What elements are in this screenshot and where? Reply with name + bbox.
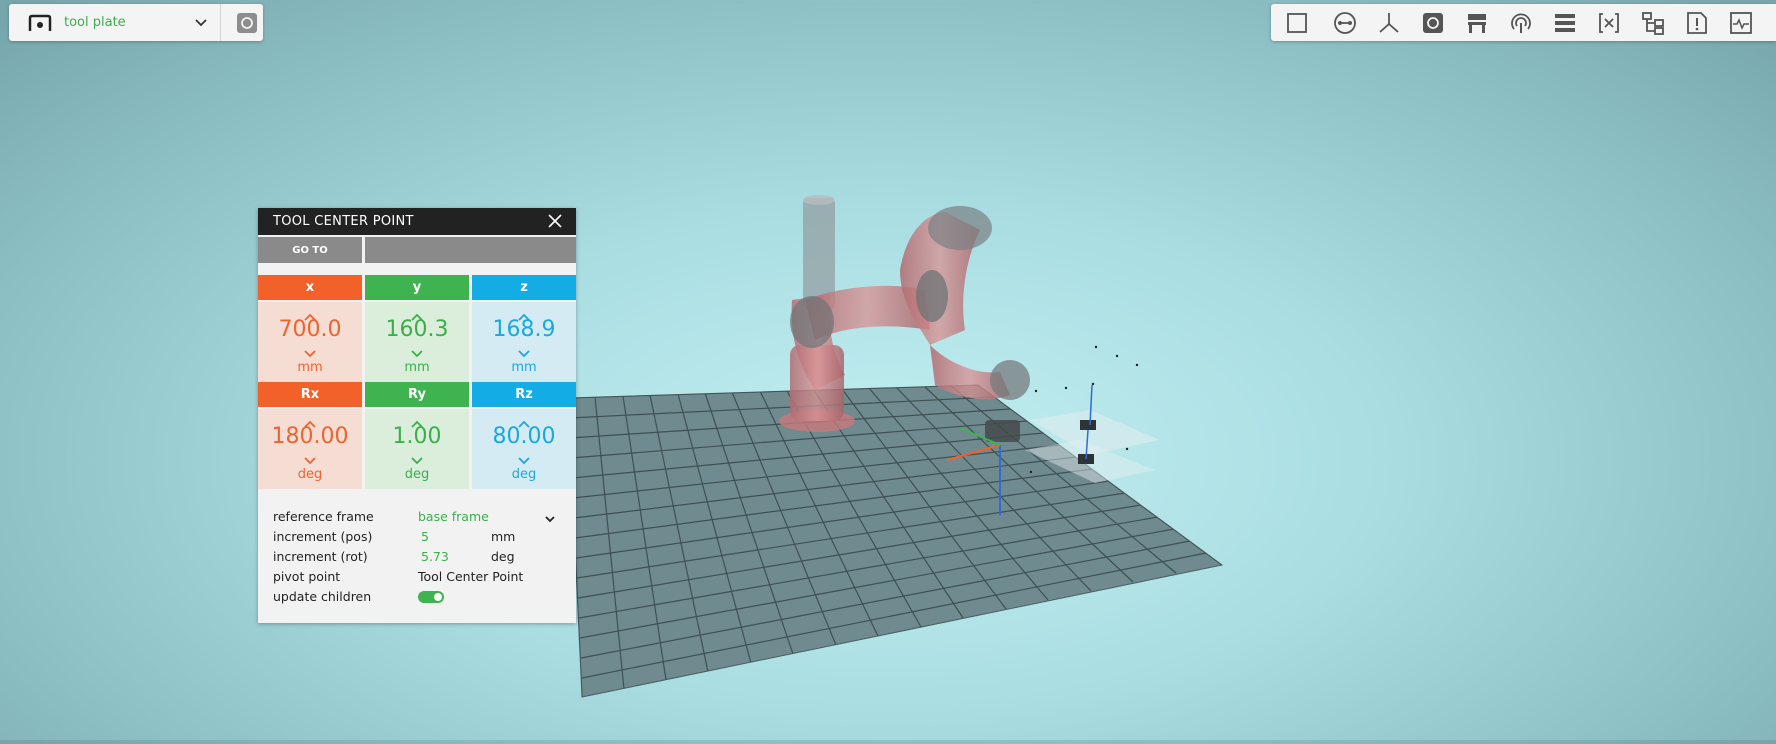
reference-frame-label: reference frame bbox=[273, 509, 374, 524]
coord-z-label: z bbox=[472, 275, 576, 300]
panel-header: TOOL CENTER POINT bbox=[258, 208, 576, 235]
pivot-point-row: pivot point Tool Center Point bbox=[273, 569, 563, 587]
update-children-label: update children bbox=[273, 589, 372, 604]
increment-pos-label: increment (pos) bbox=[273, 529, 373, 544]
camera-icon[interactable] bbox=[234, 10, 260, 36]
decrement-rz-button[interactable] bbox=[516, 451, 532, 465]
reference-frame-select[interactable]: base frame bbox=[418, 509, 489, 524]
object-icon bbox=[28, 14, 52, 32]
coord-z-value[interactable]: 168.9 bbox=[472, 317, 576, 342]
increment-rot-row: increment (rot) 5.73 deg bbox=[273, 549, 563, 567]
increment-x-button[interactable] bbox=[302, 307, 318, 321]
increment-ry-button[interactable] bbox=[409, 414, 425, 428]
reference-frame-row: reference frame base frame bbox=[273, 509, 563, 527]
list-icon[interactable] bbox=[1552, 10, 1578, 36]
coord-ry-label: Ry bbox=[365, 382, 469, 407]
decrement-rx-button[interactable] bbox=[302, 451, 318, 465]
coord-rz-label: Rz bbox=[472, 382, 576, 407]
tcp-panel: TOOL CENTER POINT GO TO x 700.0 mm y 160… bbox=[258, 208, 576, 623]
coord-rz: Rz 80.00 deg bbox=[472, 382, 576, 489]
coord-rx-value[interactable]: 180.00 bbox=[258, 424, 362, 449]
coord-rx-label: Rx bbox=[258, 382, 362, 407]
close-icon[interactable] bbox=[546, 212, 564, 230]
update-children-toggle[interactable] bbox=[418, 591, 444, 603]
update-children-row: update children bbox=[273, 589, 563, 607]
increment-rz-button[interactable] bbox=[516, 414, 532, 428]
coord-y-label: y bbox=[365, 275, 469, 300]
increment-pos-input[interactable]: 5 bbox=[421, 529, 429, 544]
alert-icon[interactable] bbox=[1684, 10, 1710, 36]
variable-icon[interactable] bbox=[1596, 10, 1622, 36]
coord-x-label: x bbox=[258, 275, 362, 300]
decrement-y-button[interactable] bbox=[409, 344, 425, 358]
decrement-z-button[interactable] bbox=[516, 344, 532, 358]
coord-rz-unit: deg bbox=[511, 467, 537, 482]
chevron-down-icon[interactable] bbox=[544, 512, 556, 523]
monitor-icon[interactable] bbox=[1728, 10, 1754, 36]
coord-z-unit: mm bbox=[511, 360, 537, 375]
coord-rz-value[interactable]: 80.00 bbox=[472, 424, 576, 449]
pivot-point-value[interactable]: Tool Center Point bbox=[418, 569, 523, 584]
measure-icon[interactable] bbox=[1332, 10, 1358, 36]
coord-ry-unit: deg bbox=[404, 467, 430, 482]
chevron-down-icon[interactable] bbox=[188, 10, 214, 36]
coord-rx: Rx 180.00 deg bbox=[258, 382, 362, 489]
increment-rx-button[interactable] bbox=[302, 414, 318, 428]
coord-y-value[interactable]: 160.3 bbox=[365, 317, 469, 342]
increment-y-button[interactable] bbox=[409, 307, 425, 321]
divider bbox=[220, 4, 221, 41]
decrement-ry-button[interactable] bbox=[409, 451, 425, 465]
selected-object-label: tool plate bbox=[64, 15, 126, 30]
coord-x-unit: mm bbox=[297, 360, 323, 375]
panel-title: TOOL CENTER POINT bbox=[273, 214, 414, 229]
goto-button[interactable]: GO TO bbox=[258, 237, 362, 263]
signal-icon[interactable] bbox=[1508, 10, 1534, 36]
coord-y: y 160.3 mm bbox=[365, 275, 469, 382]
goto-row: GO TO bbox=[258, 237, 576, 265]
increment-rot-unit: deg bbox=[491, 549, 515, 564]
increment-pos-unit: mm bbox=[491, 529, 516, 544]
coord-z: z 168.9 mm bbox=[472, 275, 576, 382]
toolbar bbox=[1271, 4, 1776, 41]
coord-rx-unit: deg bbox=[297, 467, 323, 482]
goto-target-field[interactable] bbox=[365, 237, 576, 263]
printer-icon[interactable] bbox=[1464, 10, 1490, 36]
camera-icon[interactable] bbox=[1420, 10, 1446, 36]
decrement-x-button[interactable] bbox=[302, 344, 318, 358]
coord-ry: Ry 1.00 deg bbox=[365, 382, 469, 489]
object-selector[interactable]: tool plate bbox=[9, 4, 263, 41]
coord-x-value[interactable]: 700.0 bbox=[258, 317, 362, 342]
increment-z-button[interactable] bbox=[516, 307, 532, 321]
tree-icon[interactable] bbox=[1640, 10, 1666, 36]
coord-ry-value[interactable]: 1.00 bbox=[365, 424, 469, 449]
coord-x: x 700.0 mm bbox=[258, 275, 362, 382]
increment-pos-row: increment (pos) 5 mm bbox=[273, 529, 563, 547]
increment-rot-label: increment (rot) bbox=[273, 549, 368, 564]
pivot-point-label: pivot point bbox=[273, 569, 341, 584]
square-view-icon[interactable] bbox=[1284, 10, 1310, 36]
increment-rot-input[interactable]: 5.73 bbox=[421, 549, 449, 564]
axes-icon[interactable] bbox=[1376, 10, 1402, 36]
coord-y-unit: mm bbox=[404, 360, 430, 375]
